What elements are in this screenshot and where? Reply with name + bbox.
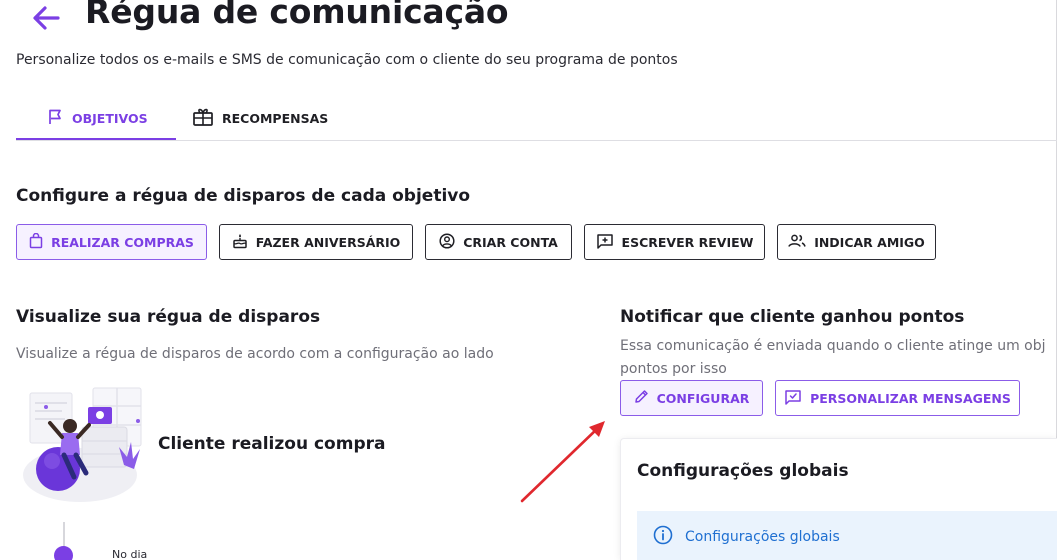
timeline-step-label: No dia [112, 548, 148, 560]
review-icon [596, 233, 614, 252]
notify-description-line-1: Essa comunicação é enviada quando o clie… [620, 338, 1046, 354]
pencil-icon [634, 389, 649, 407]
back-arrow-icon[interactable] [30, 2, 62, 34]
notify-heading: Notificar que cliente ganhou pontos [620, 307, 965, 327]
shopping-bag-icon [29, 232, 43, 252]
global-settings-title: Configurações globais [637, 461, 849, 481]
global-settings-card: Configurações globais Configurações glob… [620, 438, 1057, 560]
objective-button-realizar-compras[interactable]: REALIZAR COMPRAS [16, 224, 207, 260]
visualize-description: Visualize a régua de disparos de acordo … [16, 346, 494, 362]
visualize-heading: Visualize sua régua de disparos [16, 307, 321, 327]
global-settings-info-box[interactable]: Configurações globais [637, 511, 1057, 560]
people-icon [788, 234, 806, 251]
message-check-icon [784, 389, 802, 408]
tab-label: OBJETIVOS [72, 110, 148, 126]
customize-messages-button[interactable]: PERSONALIZAR MENSAGENS [775, 380, 1020, 416]
objective-button-escrever-review[interactable]: ESCREVER REVIEW [584, 224, 765, 260]
timeline-dot [54, 546, 73, 560]
objectives-heading: Configure a régua de disparos de cada ob… [16, 186, 471, 206]
tab-label: RECOMPENSAS [222, 110, 329, 126]
gift-icon [192, 107, 214, 130]
active-tab-indicator [16, 138, 176, 140]
objective-button-fazer-aniversario[interactable]: FAZER ANIVERSÁRIO [219, 224, 413, 260]
cake-icon [232, 233, 248, 252]
info-icon [653, 525, 673, 549]
timeline-event-label: Cliente realizou compra [158, 434, 386, 454]
flag-icon [46, 108, 64, 129]
annotation-arrow-icon [510, 410, 620, 510]
page-title: Régua de comunicação [85, 0, 509, 31]
purchase-illustration [20, 385, 150, 505]
global-settings-info-text: Configurações globais [685, 529, 840, 545]
objective-button-criar-conta[interactable]: CRIAR CONTA [425, 224, 572, 260]
tab-objetivos[interactable]: OBJETIVOS [46, 96, 148, 140]
button-label: CONFIGURAR [656, 390, 750, 406]
button-label: CRIAR CONTA [463, 234, 558, 250]
button-label: ESCREVER REVIEW [621, 234, 754, 250]
button-label: FAZER ANIVERSÁRIO [255, 234, 401, 250]
tab-recompensas[interactable]: RECOMPENSAS [192, 96, 328, 140]
notify-description-line-2: pontos por isso [620, 361, 727, 377]
account-circle-icon [439, 232, 455, 252]
tab-bar: OBJETIVOS RECOMPENSAS [16, 96, 1057, 141]
button-label: INDICAR AMIGO [814, 234, 925, 250]
page-subtitle: Personalize todos os e-mails e SMS de co… [16, 52, 678, 68]
configure-button[interactable]: CONFIGURAR [620, 380, 763, 416]
objective-button-indicar-amigo[interactable]: INDICAR AMIGO [777, 224, 936, 260]
button-label: REALIZAR COMPRAS [51, 234, 194, 250]
button-label: PERSONALIZAR MENSAGENS [810, 390, 1011, 406]
notify-description: Essa comunicação é enviada quando o clie… [620, 335, 1057, 381]
